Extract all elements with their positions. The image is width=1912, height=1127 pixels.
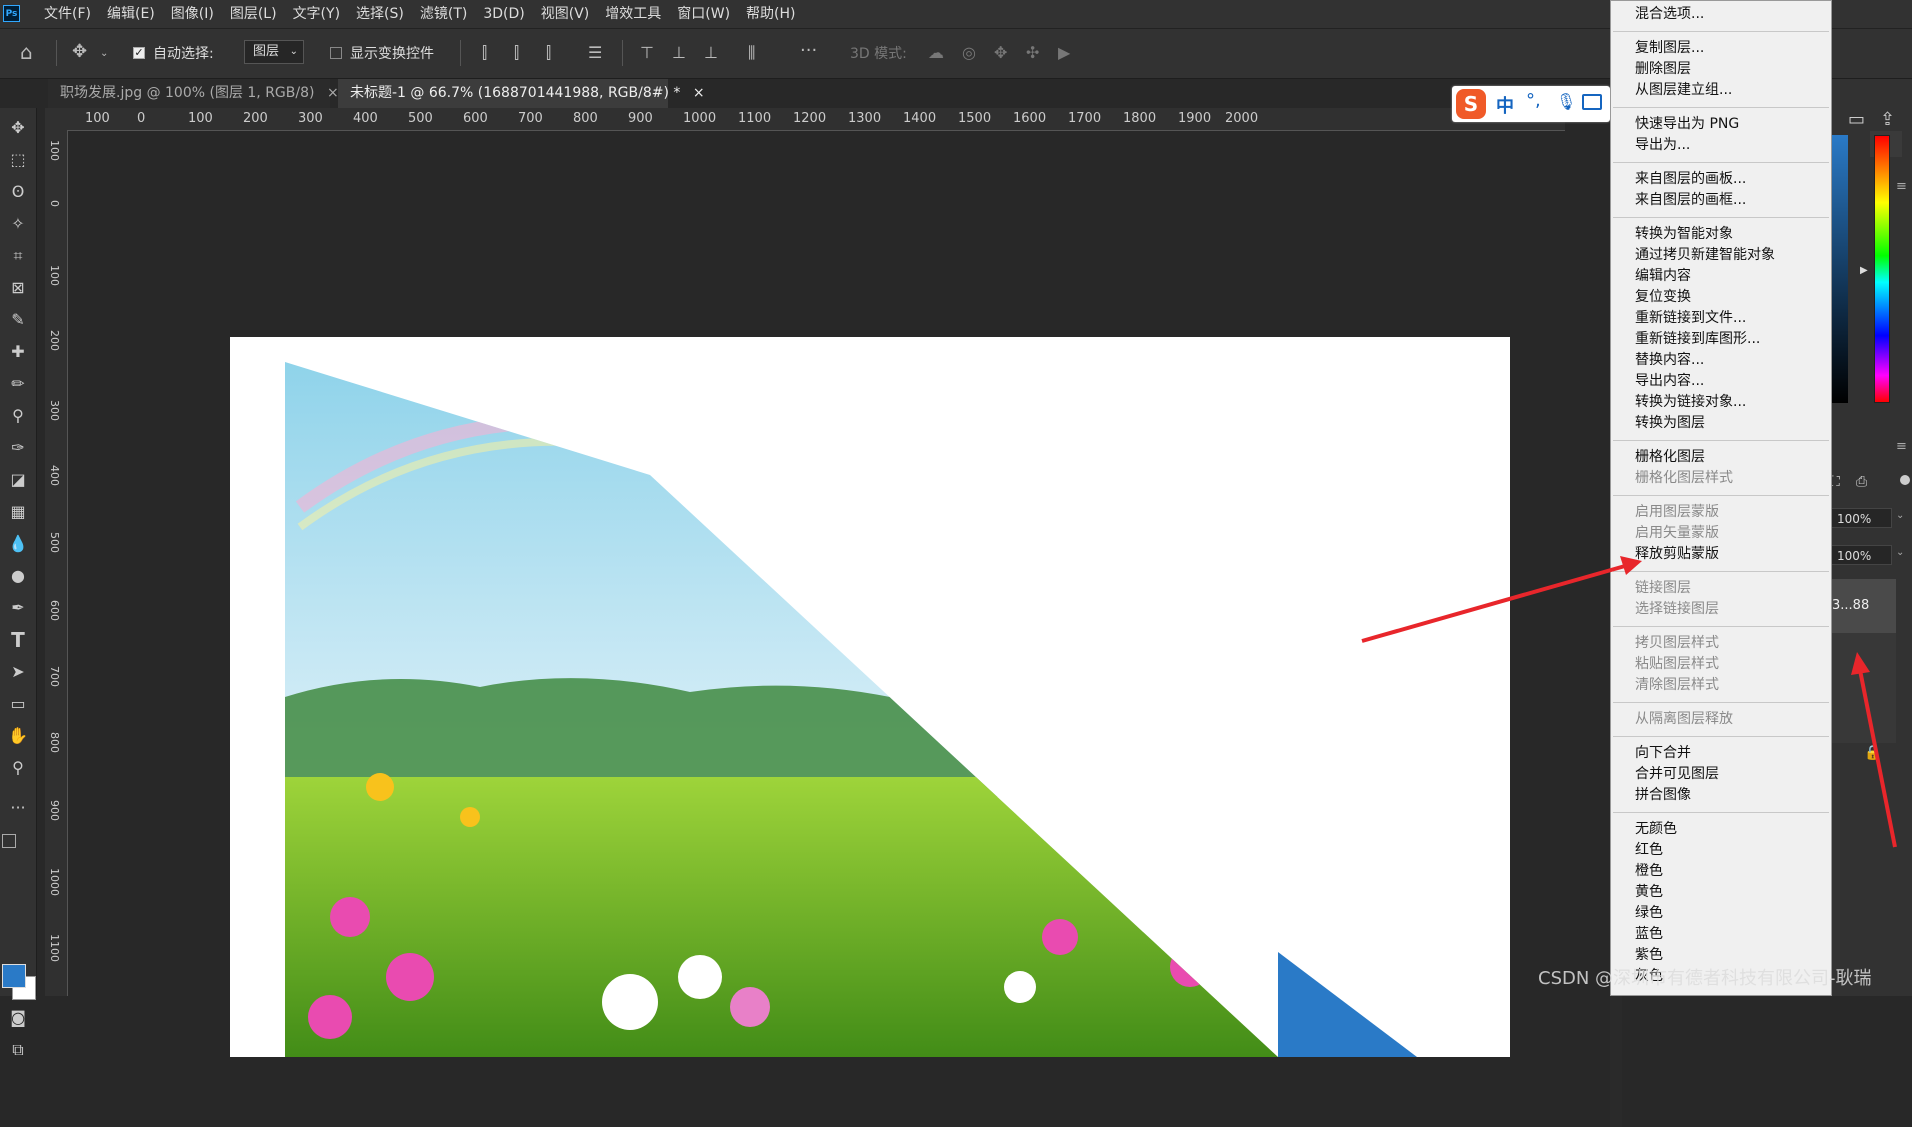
- annotation-arrowhead-1: [1620, 556, 1642, 575]
- watermark: CSDN @深圳市有德者科技有限公司-耿瑞: [1538, 968, 1872, 989]
- annotation-arrow-2: [1858, 669, 1897, 848]
- quick-mask-icon[interactable]: ◙: [4, 1004, 32, 1032]
- annotation-overlay: [1361, 556, 1897, 848]
- annotation-arrowhead-2: [1851, 652, 1870, 675]
- annotation-arrow-1: [1361, 564, 1626, 643]
- screen-mode-icon[interactable]: ⧉: [4, 1036, 32, 1064]
